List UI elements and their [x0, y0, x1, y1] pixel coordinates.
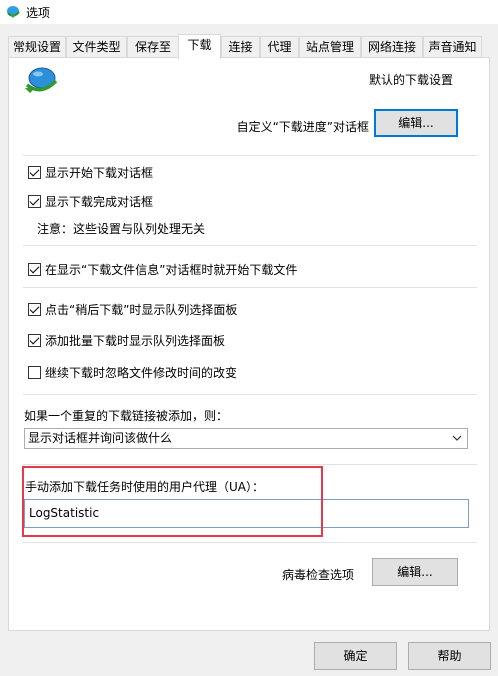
panel-header: 默认的下载设置: [368, 73, 453, 87]
progress-dialog-edit-button[interactable]: 编辑...: [374, 109, 458, 137]
checkbox-box[interactable]: [28, 194, 41, 208]
checkbox-label: 点击“稍后下载”时显示队列选择面板: [45, 302, 238, 317]
checkbox-box[interactable]: [28, 365, 41, 379]
checkbox-label: 显示下载完成对话框: [45, 194, 154, 209]
checkbox-show-start-dialog[interactable]: 显示开始下载对话框: [28, 164, 153, 180]
checkbox-queue-on-later[interactable]: 点击“稍后下载”时显示队列选择面板: [28, 301, 237, 317]
tab-file-types[interactable]: 文件类型: [66, 36, 127, 58]
tab-download[interactable]: 下载: [178, 34, 221, 59]
checkbox-start-on-info-dialog[interactable]: 在显示“下载文件信息”对话框时就开始下载文件: [28, 261, 297, 277]
idm-logo-icon: [25, 67, 58, 93]
checkbox-box[interactable]: [28, 333, 41, 347]
idm-app-icon: [7, 6, 20, 18]
virus-check-label: 病毒检查选项: [282, 568, 355, 582]
checkbox-box[interactable]: [28, 165, 41, 179]
tab-connection[interactable]: 连接: [221, 36, 260, 58]
tab-general[interactable]: 常规设置: [8, 36, 66, 58]
tab-network[interactable]: 网络连接: [361, 36, 423, 58]
separator: [23, 542, 477, 543]
highlight-box: [22, 466, 323, 537]
download-settings-panel: 默认的下载设置 自定义“下载进度”对话框 编辑... 显示开始下载对话框 显示下…: [8, 57, 490, 631]
duplicate-link-label: 如果一个重复的下载链接被添加，则：: [24, 409, 229, 423]
checkbox-ignore-mod-time[interactable]: 继续下载时忽略文件修改时间的改变: [28, 364, 237, 380]
tab-site-management[interactable]: 站点管理: [299, 36, 361, 58]
duplicate-action-value: 显示对话框并询问该做什么: [28, 431, 173, 445]
ok-button[interactable]: 确定: [314, 642, 397, 670]
checkbox-queue-on-batch[interactable]: 添加批量下载时显示队列选择面板: [28, 332, 225, 348]
separator: [23, 155, 477, 156]
duplicate-action-select[interactable]: 显示对话框并询问该做什么: [24, 428, 468, 449]
window-title: 选项: [26, 6, 51, 20]
virus-check-edit-button[interactable]: 编辑...: [372, 558, 458, 586]
separator: [23, 464, 477, 465]
separator: [23, 394, 477, 395]
checkbox-box[interactable]: [28, 302, 41, 316]
checkbox-label: 添加批量下载时显示队列选择面板: [45, 333, 226, 348]
chevron-down-icon: [452, 435, 462, 441]
checkbox-show-complete-dialog[interactable]: 显示下载完成对话框: [28, 193, 153, 209]
queue-note: 注意：这些设置与队列处理无关: [37, 222, 206, 236]
progress-dialog-label: 自定义“下载进度”对话框: [236, 120, 369, 134]
separator: [23, 245, 477, 246]
checkbox-label: 显示开始下载对话框: [45, 165, 154, 180]
tab-sound-notify[interactable]: 声音通知: [423, 36, 482, 58]
help-button[interactable]: 帮助: [408, 642, 491, 670]
checkbox-label: 在显示“下载文件信息”对话框时就开始下载文件: [45, 262, 298, 277]
checkbox-label: 继续下载时忽略文件修改时间的改变: [45, 365, 238, 380]
tab-strip: 常规设置 文件类型 保存至 下载 连接 代理 站点管理 网络连接 声音通知: [8, 34, 490, 59]
title-bar: 选项: [0, 0, 498, 24]
checkbox-box[interactable]: [28, 262, 41, 276]
tab-proxy[interactable]: 代理: [260, 36, 299, 58]
separator: [23, 287, 477, 288]
tab-save-to[interactable]: 保存至: [127, 36, 179, 58]
